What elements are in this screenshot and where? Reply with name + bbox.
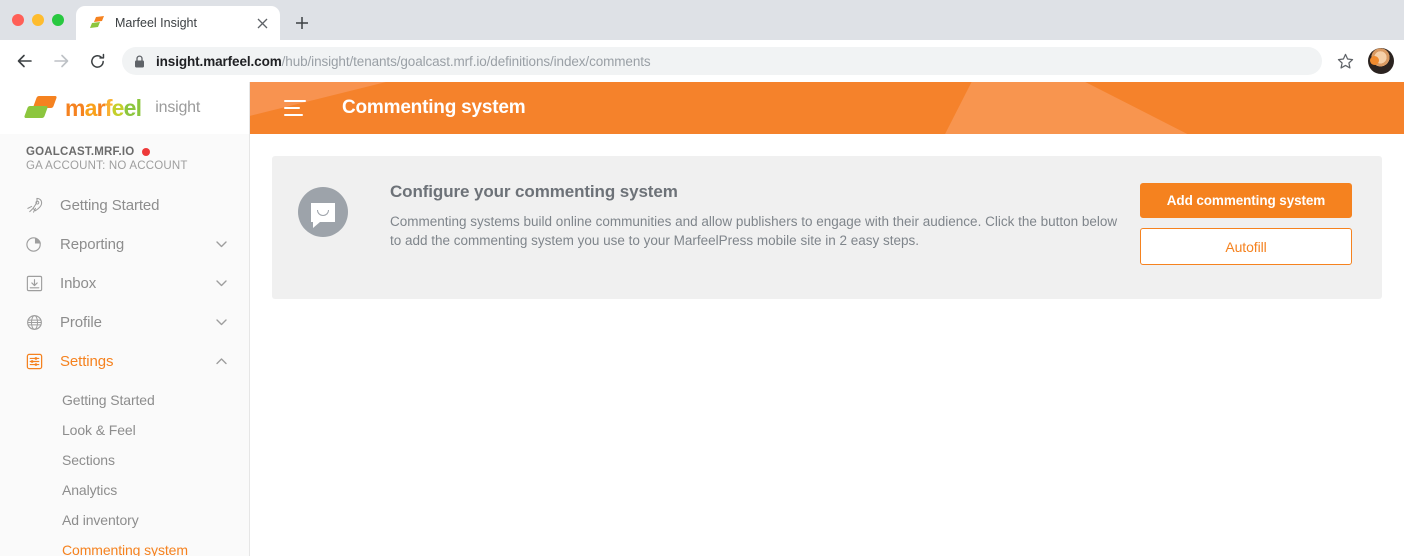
profile-avatar[interactable] (1368, 48, 1394, 74)
logo-subtitle: insight (155, 99, 201, 116)
logo-letter: a (84, 94, 98, 121)
sidebar-subitem-analytics[interactable]: Analytics (0, 475, 249, 505)
logo-letter: e (111, 94, 125, 121)
address-bar[interactable]: insight.marfeel.com/hub/insight/tenants/… (122, 47, 1322, 75)
card-title: Configure your commenting system (390, 182, 678, 201)
url-text: insight.marfeel.com/hub/insight/tenants/… (156, 54, 651, 69)
page-content: Configure your commenting system Comment… (250, 134, 1404, 556)
logo-letter: r (96, 94, 106, 121)
logo-letter: e (123, 94, 137, 121)
sidebar-subitem-label: Analytics (62, 482, 118, 498)
tenant-info: GOALCAST.MRF.IO GA ACCOUNT: NO ACCOUNT (0, 134, 249, 178)
maximize-window-button[interactable] (52, 14, 64, 26)
tenant-row: GOALCAST.MRF.IO (26, 146, 249, 158)
page-title: Commenting system (342, 97, 526, 118)
bubble-shape (311, 202, 335, 228)
globe-icon (24, 313, 44, 333)
smile-shape (317, 209, 329, 216)
tenant-name: GOALCAST.MRF.IO (26, 146, 135, 158)
marfeel-favicon (90, 15, 106, 31)
forward-arrow-icon[interactable] (46, 46, 76, 76)
sidebar-item-label: Reporting (60, 236, 125, 253)
sidebar-item-label: Inbox (60, 275, 97, 292)
chevron-down-icon[interactable] (215, 241, 227, 248)
url-path: /hub/insight/tenants/goalcast.mrf.io/def… (281, 53, 651, 69)
sidebar-subitem-label: Look & Feel (62, 422, 136, 438)
card-text-block: Configure your commenting system Comment… (348, 182, 1140, 251)
sidebar-item-inbox[interactable]: Inbox (0, 264, 249, 303)
sidebar-item-getting-started[interactable]: Getting Started (0, 186, 249, 225)
configure-commenting-card: Configure your commenting system Comment… (272, 156, 1382, 299)
page-header: Commenting system (250, 82, 1404, 134)
marfeel-logo-icon (23, 96, 58, 120)
pie-chart-icon (24, 235, 44, 255)
sidebar-subitem-label: Commenting system (62, 542, 188, 556)
url-domain: insight.marfeel.com (156, 53, 282, 69)
tab-title: Marfeel Insight (115, 16, 197, 30)
browser-window: Marfeel Insight insight.marfeel.com/hub/… (0, 0, 1404, 556)
new-tab-button[interactable] (288, 9, 316, 37)
sidebar-subitem-label: Sections (62, 452, 115, 468)
card-description: Commenting systems build online communit… (390, 214, 1118, 249)
sidebar-item-label: Getting Started (60, 197, 160, 214)
close-window-button[interactable] (12, 14, 24, 26)
star-icon[interactable] (1330, 46, 1360, 76)
sidebar: marfeel insight GOALCAST.MRF.IO GA ACCOU… (0, 82, 250, 556)
chevron-down-icon[interactable] (215, 319, 227, 326)
rocket-icon (24, 196, 44, 216)
tab-strip: Marfeel Insight (0, 0, 1404, 40)
logo-letter: m (65, 94, 85, 121)
settings-submenu: Getting Started Look & Feel Sections Ana… (0, 381, 249, 556)
add-commenting-system-button[interactable]: Add commenting system (1140, 183, 1352, 218)
app-logo[interactable]: marfeel insight (0, 82, 249, 134)
close-icon[interactable] (253, 14, 271, 32)
sidebar-item-settings[interactable]: Settings (0, 342, 249, 381)
sidebar-subitem-sections[interactable]: Sections (0, 445, 249, 475)
main-area: Commenting system Configure your comment… (250, 82, 1404, 556)
sidebar-subitem-look-and-feel[interactable]: Look & Feel (0, 415, 249, 445)
sidebar-subitem-label: Ad inventory (62, 512, 139, 528)
browser-toolbar: insight.marfeel.com/hub/insight/tenants/… (0, 40, 1404, 82)
sidebar-subitem-getting-started[interactable]: Getting Started (0, 385, 249, 415)
sidebar-subitem-commenting-system[interactable]: Commenting system (0, 535, 249, 556)
settings-sliders-icon (24, 352, 44, 372)
sidebar-item-profile[interactable]: Profile (0, 303, 249, 342)
app-page: marfeel insight GOALCAST.MRF.IO GA ACCOU… (0, 82, 1404, 556)
reload-icon[interactable] (82, 46, 112, 76)
autofill-button[interactable]: Autofill (1140, 228, 1352, 265)
chevron-up-icon[interactable] (215, 358, 227, 365)
sidebar-nav: Getting Started Reporting Inbox Profile … (0, 178, 249, 556)
sidebar-item-label: Settings (60, 353, 114, 370)
sidebar-item-reporting[interactable]: Reporting (0, 225, 249, 264)
logo-letter: f (104, 94, 113, 121)
hamburger-menu-icon[interactable] (284, 100, 306, 116)
header-decoration-right (941, 82, 1290, 134)
status-badge (142, 148, 151, 156)
ga-account-label: GA ACCOUNT: NO ACCOUNT (26, 160, 188, 172)
back-arrow-icon[interactable] (10, 46, 40, 76)
sidebar-item-label: Profile (60, 314, 102, 331)
card-actions: Add commenting system Autofill (1140, 182, 1352, 265)
comment-bubble-icon (298, 187, 348, 237)
logo-letter: l (135, 94, 142, 121)
sidebar-subitem-ad-inventory[interactable]: Ad inventory (0, 505, 249, 535)
minimize-window-button[interactable] (32, 14, 44, 26)
sidebar-subitem-label: Getting Started (62, 392, 155, 408)
chevron-down-icon[interactable] (215, 280, 227, 287)
logo-wordmark: marfeel (65, 94, 142, 122)
inbox-icon (24, 274, 44, 294)
lock-icon (134, 54, 146, 68)
window-controls (10, 0, 76, 40)
browser-tab[interactable]: Marfeel Insight (76, 6, 280, 40)
